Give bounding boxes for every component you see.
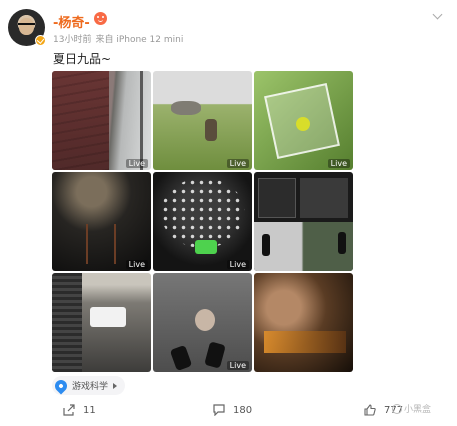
triangle-right-icon — [113, 382, 118, 389]
post-meta: 13小时前 来自 iPhone 12 mini — [53, 32, 187, 45]
live-badge: Live — [226, 361, 249, 370]
lights-shape — [161, 178, 245, 248]
post-time: 13小时前 — [53, 35, 92, 45]
post-text: 夏日九品~ — [53, 52, 112, 66]
live-badge: Live — [125, 260, 148, 269]
image-grass-hill[interactable]: Live — [153, 71, 252, 170]
doll-head-shape — [195, 309, 215, 331]
screen-panel — [300, 178, 348, 218]
location-label: 游戏科学 — [72, 382, 109, 392]
watermark: 小黑盒 — [392, 402, 431, 415]
image-dark-tripod[interactable]: Live — [52, 172, 151, 271]
image-motion-capture-screens[interactable] — [254, 172, 353, 271]
live-badge: Live — [226, 260, 249, 269]
cushion-shape — [90, 307, 126, 327]
action-bar: 11 180 777 — [0, 404, 457, 420]
avatar-glasses — [18, 23, 35, 27]
rail-shape — [140, 71, 143, 170]
tiles-shape — [52, 71, 110, 170]
rock-shape — [171, 101, 201, 115]
chevron-down-icon[interactable] — [433, 10, 443, 20]
image-grid: Live Live Live Live Live Live — [52, 71, 353, 373]
verified-badge-icon — [35, 35, 46, 46]
post-source: 来自 iPhone 12 mini — [95, 35, 184, 45]
shoe-shape — [204, 341, 226, 369]
location-tag[interactable]: 游戏科学 — [52, 376, 126, 395]
share-button[interactable]: 11 — [63, 404, 96, 416]
username[interactable]: -杨奇- — [53, 12, 90, 31]
image-tiled-walkway[interactable]: Live — [52, 71, 151, 170]
stripe-shape — [52, 273, 82, 372]
green-object-shape — [195, 240, 217, 254]
person-shape — [338, 232, 346, 254]
comment-button[interactable]: 180 — [213, 404, 252, 416]
glow-shape — [264, 331, 346, 353]
screen-panel — [258, 178, 296, 218]
share-count: 11 — [83, 404, 96, 416]
image-bench-cushion[interactable] — [52, 273, 151, 372]
comment-icon — [213, 404, 225, 416]
ball-shape — [296, 117, 310, 131]
image-acrylic-box[interactable]: Live — [254, 71, 353, 170]
live-badge: Live — [125, 159, 148, 168]
figure-shape — [205, 119, 217, 141]
person-shape — [262, 234, 270, 256]
watermark-logo-icon — [392, 403, 402, 414]
image-warm-light-closeup[interactable] — [254, 273, 353, 372]
shoe-shape — [169, 344, 193, 372]
live-badge: Live — [327, 159, 350, 168]
image-doll-floor[interactable]: Live — [153, 273, 252, 372]
image-light-dome[interactable]: Live — [153, 172, 252, 271]
watermark-text: 小黑盒 — [404, 405, 432, 415]
live-badge: Live — [226, 159, 249, 168]
tripod-shape — [86, 224, 116, 264]
comment-count: 180 — [233, 404, 253, 416]
share-icon — [63, 404, 75, 416]
thumbs-up-icon — [364, 404, 376, 416]
location-pin-icon — [52, 377, 70, 394]
smiley-badge-icon — [94, 12, 107, 25]
